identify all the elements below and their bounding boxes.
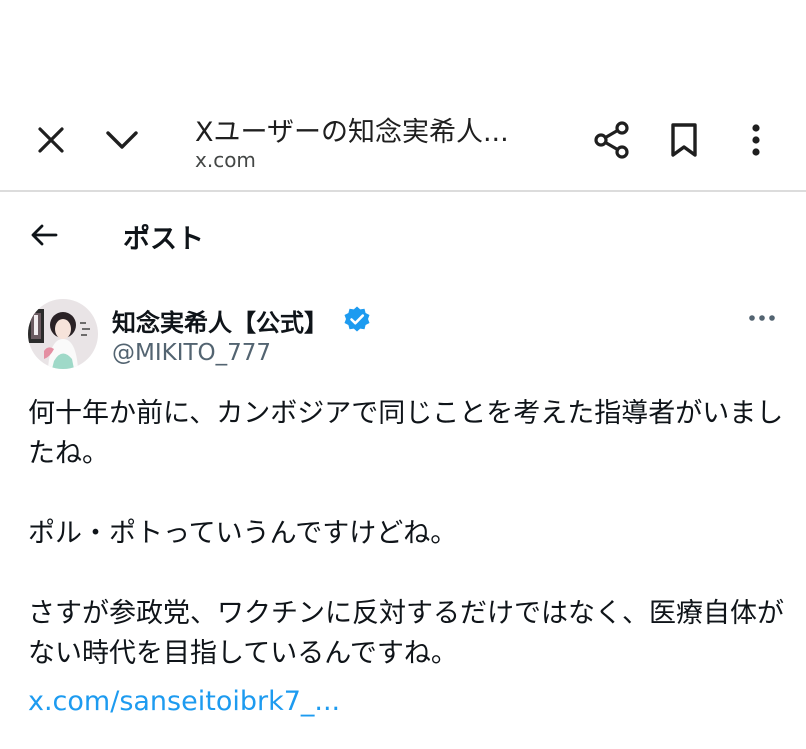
bookmark-icon[interactable] <box>660 116 708 164</box>
arrow-left-icon[interactable] <box>22 213 66 257</box>
post-paragraph: ポル・ポトっていうんですけどね。 <box>28 518 458 549</box>
avatar[interactable] <box>28 299 98 369</box>
header-title: ポスト <box>123 224 204 255</box>
share-icon[interactable] <box>588 116 636 164</box>
author-handle[interactable]: @MIKITO_777 <box>112 340 271 366</box>
post-paragraph: さすが参政党、ワクチンに反対するだけではなく、医療自体がない時代を目指しているん… <box>28 598 784 669</box>
post-text: 何十年か前に、カンボジアで同じことを考えた指導者がいましたね。 ポル・ポトってい… <box>28 394 788 674</box>
more-vertical-icon[interactable] <box>732 116 780 164</box>
app-header: ポスト <box>0 193 806 277</box>
verified-badge-icon <box>342 305 372 335</box>
browser-toolbar: Xユーザーの知念実希人... x.com <box>0 0 806 192</box>
post-paragraph: 何十年か前に、カンボジアで同じことを考えた指導者がいましたね。 <box>28 398 784 469</box>
close-icon[interactable] <box>27 116 75 164</box>
post-link[interactable]: x.com/sanseitoibrk7_... <box>28 686 340 717</box>
page-title: Xユーザーの知念実希人... <box>195 117 509 148</box>
chevron-down-icon[interactable] <box>98 116 146 164</box>
page-domain: x.com <box>195 148 256 172</box>
more-horizontal-icon[interactable] <box>740 300 784 336</box>
author-name[interactable]: 知念実希人【公式】 <box>112 303 328 338</box>
